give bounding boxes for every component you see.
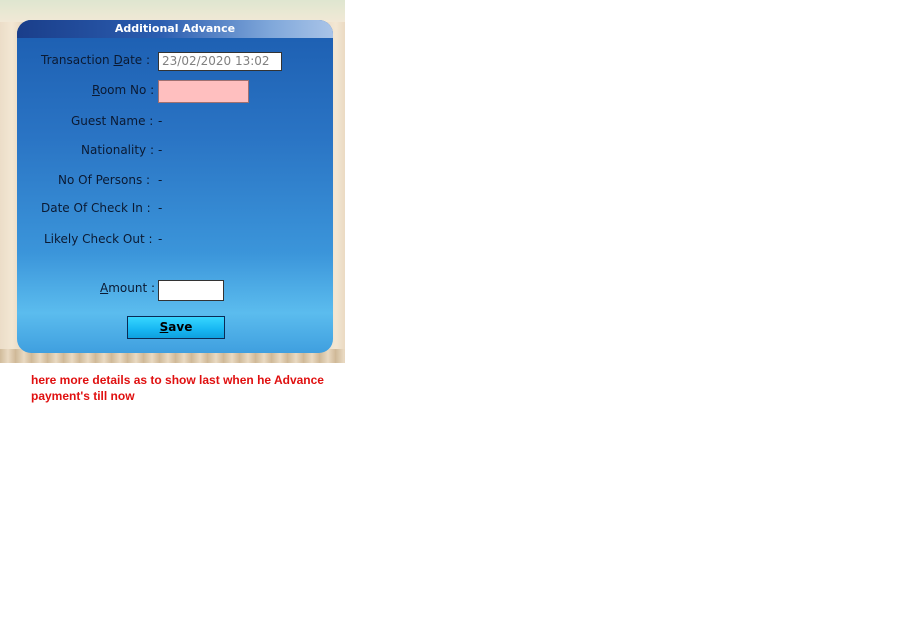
transaction-date-label: Transaction Date :	[41, 53, 151, 67]
annotation-note-line-1: here more details as to show last when h…	[31, 373, 324, 387]
room-no-field[interactable]	[158, 80, 249, 103]
annotation-note: here more details as to show last when h…	[31, 372, 371, 404]
amount-field[interactable]	[158, 280, 224, 301]
date-of-check-in-value: -	[158, 201, 163, 215]
room-no-label: Room No :	[92, 83, 155, 97]
guest-name-label: Guest Name :	[71, 114, 154, 128]
date-of-check-in-label: Date Of Check In :	[41, 201, 151, 215]
no-of-persons-label: No Of Persons :	[58, 173, 151, 187]
likely-check-out-label: Likely Check Out :	[44, 232, 153, 246]
amount-label: Amount :	[100, 281, 156, 295]
transaction-date-field[interactable]: 23/02/2020 13:02	[158, 52, 282, 71]
no-of-persons-value: -	[158, 173, 163, 187]
nationality-label: Nationality :	[81, 143, 155, 157]
likely-check-out-value: -	[158, 232, 163, 246]
additional-advance-window: Additional Advance Transaction Date : 23…	[17, 20, 333, 353]
window-title: Additional Advance	[17, 20, 333, 38]
nationality-value: -	[158, 143, 163, 157]
save-button[interactable]: Save	[127, 316, 225, 339]
guest-name-value: -	[158, 114, 163, 128]
annotation-note-line-2: payment's till now	[31, 389, 135, 403]
